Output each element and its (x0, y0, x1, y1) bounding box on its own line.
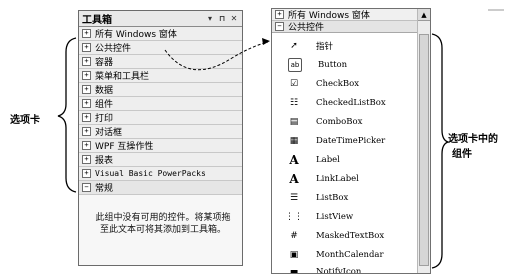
toolbox-tab-label: 容器 (95, 58, 114, 68)
toolbox-tab-label: 数据 (95, 86, 114, 96)
component-item[interactable]: # MaskedTextBox (288, 229, 384, 242)
toolbox-tab[interactable]: + 组件 (79, 97, 242, 111)
listview-icon: ⋮⋮ (285, 211, 303, 222)
toolbox-tab-label: 常规 (95, 184, 114, 194)
listbox-icon: ☰ (289, 192, 299, 203)
annotation-tabs: 选项卡 (10, 115, 40, 126)
component-item[interactable]: ➚ 指针 (288, 39, 333, 52)
notifyicon-icon: ▬ (289, 266, 299, 274)
component-item-label: NotifyIcon (316, 266, 362, 274)
collapse-icon[interactable]: − (82, 183, 91, 192)
expand-icon[interactable]: + (82, 71, 91, 80)
toolbox-tab[interactable]: + 对话框 (79, 125, 242, 139)
close-icon[interactable]: ✕ (229, 14, 239, 24)
component-list-panel: + 所有 Windows 窗体 − 公共控件 ➚ 指针 ab Button ☑ Check… (271, 8, 431, 274)
component-item[interactable]: ab Button (288, 57, 348, 72)
component-item[interactable]: ▤ ComboBox (288, 115, 363, 128)
toolbox-tab[interactable]: − 常规 (79, 181, 242, 195)
component-item[interactable]: ☷ CheckedListBox (288, 96, 386, 109)
toolbox-tab[interactable]: + 公共控件 (79, 41, 242, 55)
left-brace (57, 37, 77, 193)
component-item[interactable]: ⋮⋮ ListView (285, 210, 354, 223)
component-item-label: LinkLabel (316, 173, 359, 184)
expand-icon[interactable]: + (275, 10, 284, 19)
scroll-up-icon[interactable]: ▲ (418, 9, 430, 21)
component-item[interactable]: ▣ MonthCalendar (288, 248, 384, 261)
linklabel-icon: A (289, 171, 299, 186)
component-item[interactable]: ▦ DateTimePicker (288, 134, 386, 147)
toolbox-tab[interactable]: + 报表 (79, 153, 242, 167)
component-item-label: MonthCalendar (316, 249, 384, 260)
toolbox-tab-list: + 所有 Windows 窗体 + 公共控件 + 容器 + 菜单和工具栏 + 数据 + 组件 + 打印 + 对… (79, 27, 242, 195)
toolbox-tab-label: 报表 (95, 156, 114, 166)
expand-icon[interactable]: + (82, 113, 91, 122)
toolbox-title-bar: 工具箱 ▾ ⊓ ✕ (79, 11, 242, 27)
expand-icon[interactable]: + (82, 141, 91, 150)
checkedlistbox-icon: ☷ (289, 97, 299, 108)
component-item-label: ListView (316, 211, 354, 222)
component-item-label: ListBox (316, 192, 349, 203)
maskedtextbox-icon: # (290, 230, 298, 241)
tab-header-common-controls[interactable]: − 公共控件 (272, 21, 430, 33)
component-item-label: Label (316, 154, 340, 165)
component-item-label: MaskedTextBox (316, 230, 385, 241)
datetimepicker-icon: ▦ (289, 135, 299, 146)
toolbox-tab-label: 对话框 (95, 128, 123, 138)
expand-icon[interactable]: + (82, 155, 91, 164)
expand-icon[interactable]: + (82, 127, 91, 136)
component-item[interactable]: ☑ CheckBox (288, 77, 359, 90)
toolbox-tab[interactable]: + 容器 (79, 55, 242, 69)
toolbox-tab-label: 菜单和工具栏 (95, 72, 150, 82)
expand-icon[interactable]: + (82, 29, 91, 38)
right-brace (431, 33, 451, 269)
pin-icon[interactable]: ⊓ (217, 14, 227, 24)
expand-icon[interactable]: + (82, 43, 91, 52)
component-item[interactable]: ☰ ListBox (288, 191, 348, 204)
toolbox-tab-label: 组件 (95, 100, 114, 110)
expand-icon[interactable]: + (82, 57, 91, 66)
button-icon: ab (288, 57, 302, 72)
component-item[interactable]: A LinkLabel (288, 171, 359, 186)
monthcalendar-icon: ▣ (289, 249, 299, 260)
component-item-label: DateTimePicker (316, 135, 386, 146)
toolbox-tab-label: 打印 (95, 114, 114, 124)
scroll-thumb[interactable] (419, 34, 429, 266)
component-item[interactable]: ▬ NotifyIcon (288, 265, 362, 274)
expand-icon[interactable]: + (82, 99, 91, 108)
component-item-label: 指针 (316, 41, 334, 52)
annotation-components-line2: 组件 (452, 149, 472, 160)
component-item-label: ComboBox (316, 116, 363, 127)
arrow-head (262, 38, 270, 45)
component-item[interactable]: A Label (288, 152, 340, 167)
toolbox-tab-label: WPF 互操作性 (95, 142, 154, 152)
toolbox-panel: 工具箱 ▾ ⊓ ✕ + 所有 Windows 窗体 + 公共控件 + 容器 + 菜单和工具栏 +… (78, 10, 243, 266)
combobox-icon: ▤ (289, 116, 299, 127)
toolbox-tab-label: 所有 Windows 窗体 (95, 30, 177, 40)
component-item-label: Button (318, 59, 348, 70)
tab-subheader-label: 公共控件 (288, 23, 325, 33)
component-item-label: CheckBox (316, 78, 360, 89)
component-item-label: CheckedListBox (316, 97, 386, 108)
toolbox-tab[interactable]: + WPF 互操作性 (79, 139, 242, 153)
toolbox-tab-label: Visual Basic PowerPacks (95, 169, 206, 178)
toolbox-title: 工具箱 (82, 15, 112, 26)
vertical-scrollbar[interactable]: ▲ (417, 9, 430, 273)
toolbox-tab-label: 公共控件 (95, 44, 132, 54)
toolbox-tab[interactable]: + 打印 (79, 111, 242, 125)
expand-icon[interactable]: + (82, 169, 91, 178)
label-icon: A (289, 152, 299, 167)
dropdown-icon[interactable]: ▾ (205, 14, 215, 24)
pointer-icon: ➚ (290, 40, 298, 51)
collapse-icon[interactable]: − (275, 22, 284, 31)
annotation-components-line1: 选项卡中的 (448, 134, 498, 145)
toolbox-tab[interactable]: + Visual Basic PowerPacks (79, 167, 242, 181)
toolbox-tab[interactable]: + 菜单和工具栏 (79, 69, 242, 83)
expand-icon[interactable]: + (82, 85, 91, 94)
checkbox-icon: ☑ (289, 78, 299, 89)
empty-group-message: 此组中没有可用的控件。将某项拖至此文本可将其添加到工具箱。 (95, 213, 231, 235)
toolbox-tab[interactable]: + 所有 Windows 窗体 (79, 27, 242, 41)
toolbox-tab[interactable]: + 数据 (79, 83, 242, 97)
